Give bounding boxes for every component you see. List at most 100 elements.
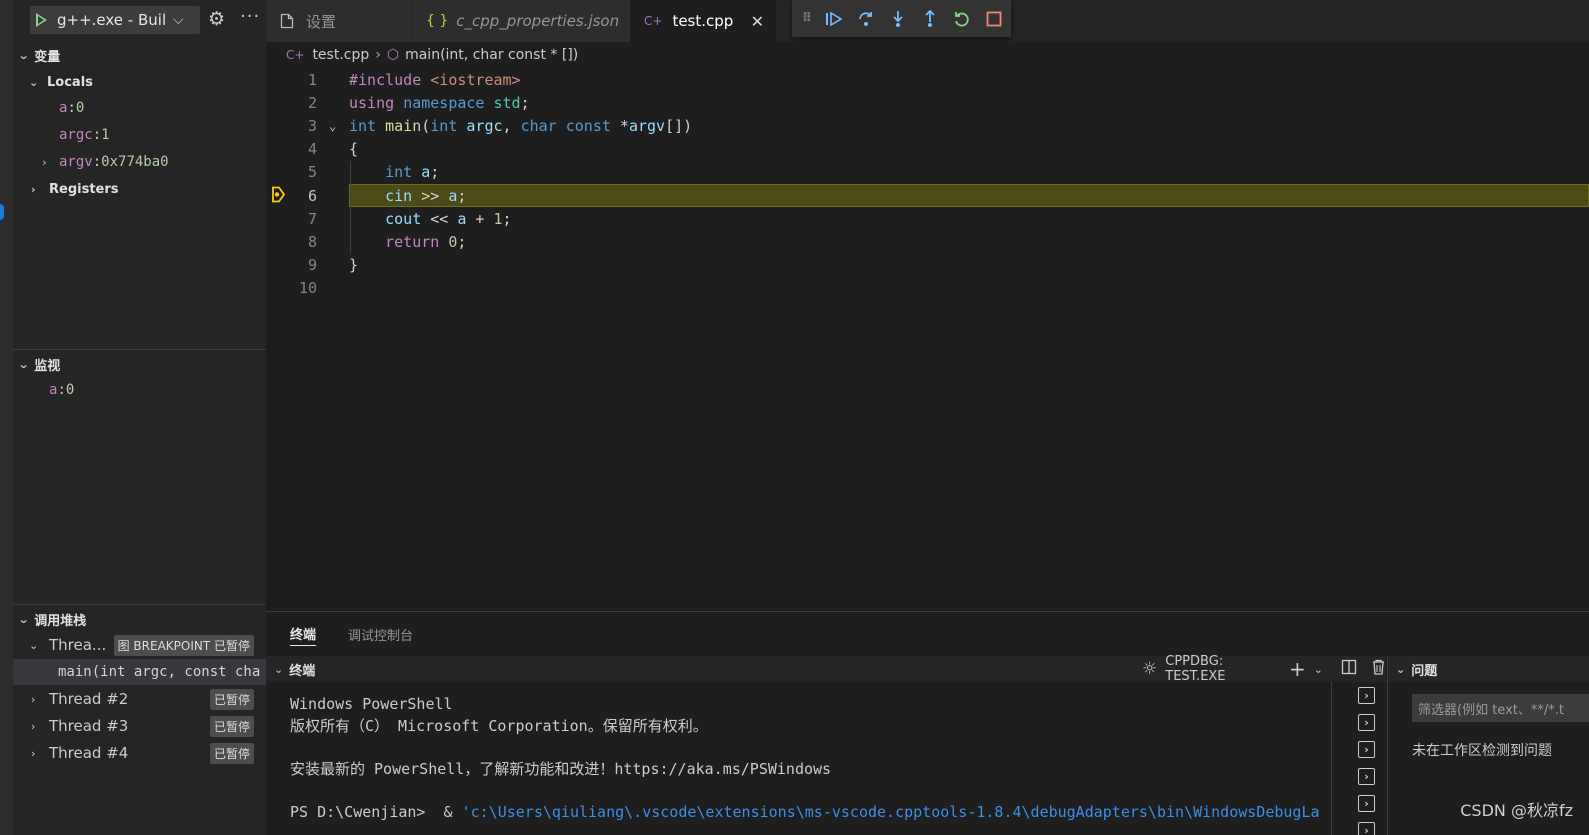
tab-test-cpp[interactable]: C+ test.cpp ✕ — [630, 0, 776, 42]
active-view-indicator — [0, 204, 4, 220]
watch-expression-name: a — [49, 382, 58, 398]
chevron-right-icon[interactable]: › — [41, 156, 59, 169]
gear-icon[interactable]: ⚙ — [208, 8, 225, 30]
new-terminal-icon[interactable]: + — [1289, 657, 1306, 681]
step-into-icon[interactable] — [887, 8, 908, 29]
tab-c-cpp-properties[interactable]: { } c_cpp_properties.json — [412, 0, 630, 42]
callstack-section-header[interactable]: ⌄ 调用堆栈 — [13, 606, 266, 632]
chevron-down-icon[interactable]: ⌵ — [173, 12, 184, 28]
thread-row[interactable]: ⌄ Threa... 图 BREAKPOINT 已暂停 — [13, 632, 266, 658]
terminal-instance-icon[interactable]: › — [1358, 714, 1375, 731]
run-configuration-select[interactable]: g++.exe - Buil ⌵ — [30, 6, 200, 34]
terminal-output[interactable]: Windows PowerShell 版权所有（C） Microsoft Corp… — [266, 682, 1331, 835]
terminal-instance-icon[interactable]: › — [1358, 687, 1375, 704]
file-icon — [280, 13, 294, 29]
fold-chevron-icon[interactable]: ⌄ — [329, 119, 336, 133]
activity-bar — [0, 0, 13, 835]
variable-row[interactable]: › argv: 0x774ba0 — [13, 149, 266, 175]
variables-section-header[interactable]: ⌄ 变量 — [13, 42, 266, 68]
tab-label: 设置 — [306, 12, 337, 31]
more-actions-icon[interactable]: ··· — [240, 6, 260, 27]
line-number: 6 — [307, 186, 317, 205]
thread-label: Thread #2 — [49, 690, 129, 708]
terminal-instance-list: › › › › › › — [1331, 682, 1387, 835]
terminal-instance-icon[interactable]: › — [1358, 768, 1375, 785]
variable-value: 1 — [101, 127, 110, 143]
paused-badge: 已暂停 — [209, 742, 254, 764]
terminal-instance-icon[interactable]: › — [1358, 795, 1375, 812]
variable-value: 0x774ba0 — [101, 154, 169, 170]
tab-settings[interactable]: 设置 — [266, 0, 411, 42]
code-line[interactable]: 1 #include <iostream> — [266, 68, 1589, 91]
problems-title: 问题 — [1411, 663, 1438, 679]
code-line[interactable]: 9} — [266, 253, 1589, 276]
tab-terminal[interactable]: 终端 — [290, 622, 317, 646]
chevron-down-icon: ⌄ — [1396, 662, 1406, 676]
code-line[interactable]: 2 using namespace std; — [266, 91, 1589, 114]
section-divider — [13, 349, 266, 350]
line-number: 4 — [307, 139, 317, 158]
step-out-icon[interactable] — [919, 8, 940, 29]
code-line[interactable]: 10 — [266, 276, 1589, 299]
code-line[interactable]: 8 return 0; — [266, 230, 1589, 253]
chevron-down-icon: ⌄ — [29, 75, 39, 89]
breadcrumb-symbol[interactable]: main(int, char const * []) — [405, 47, 578, 63]
trash-icon[interactable] — [1371, 659, 1386, 679]
split-terminal-icon[interactable] — [1341, 659, 1357, 679]
drag-handle-icon[interactable]: ⠿ — [802, 8, 812, 29]
thread-row[interactable]: › Thread #4 已暂停 — [13, 740, 266, 766]
tab-debug-console[interactable]: 调试控制台 — [348, 622, 413, 646]
thread-row[interactable]: › Thread #3 已暂停 — [13, 713, 266, 739]
code-editor[interactable]: 1 #include <iostream> 2 using namespace st… — [266, 68, 1589, 611]
code-line[interactable]: 7 cout << a + 1; — [266, 207, 1589, 230]
symbol-method-icon: ⬡ — [386, 47, 400, 63]
locals-scope[interactable]: ⌄ Locals — [13, 69, 266, 95]
panel-tabs: 终端 调试控制台 — [266, 612, 1589, 656]
stack-frame-row[interactable]: main(int argc, const cha — [13, 659, 266, 685]
continue-icon[interactable] — [823, 8, 844, 29]
chevron-down-icon: ⌄ — [17, 612, 30, 626]
registers-label: Registers — [49, 181, 119, 197]
chevron-down-icon[interactable]: ⌄ — [274, 663, 283, 676]
line-number: 1 — [307, 70, 317, 89]
thread-row[interactable]: › Thread #2 已暂停 — [13, 686, 266, 712]
variable-row[interactable]: a: 0 — [13, 95, 266, 121]
terminal-instance-icon[interactable]: › — [1358, 741, 1375, 758]
restart-icon[interactable] — [951, 8, 972, 29]
line-number: 8 — [307, 232, 317, 251]
close-icon[interactable]: ✕ — [751, 12, 764, 31]
bug-icon: ☼ — [1142, 659, 1158, 679]
variable-name: argc — [59, 127, 93, 143]
stack-frame-label: main(int argc, const cha — [58, 664, 261, 680]
watermark: CSDN @秋凉fz — [1460, 801, 1573, 820]
code-line[interactable]: 5 int a; — [266, 160, 1589, 183]
chevron-down-icon: ⌄ — [17, 357, 30, 371]
breadcrumb: C+ test.cpp › ⬡ main(int, char const * [… — [266, 42, 1589, 68]
chevron-down-icon[interactable]: ⌄ — [1314, 663, 1323, 676]
debug-toolbar: ⠿ — [792, 0, 1011, 37]
problems-header[interactable]: ⌄ 问题 — [1388, 656, 1589, 682]
terminal-instance-icon[interactable]: › — [1358, 822, 1375, 835]
watch-section-header[interactable]: ⌄ 监视 — [13, 351, 266, 377]
start-debugging-icon[interactable] — [36, 13, 47, 27]
variable-row[interactable]: argc: 1 — [13, 122, 266, 148]
stop-icon[interactable] — [983, 8, 1004, 29]
terminal-line: 版权所有（C） Microsoft Corporation。保留所有权利。 — [290, 716, 708, 735]
section-divider — [13, 604, 266, 605]
problems-filter-input[interactable]: 筛选器(例如 text、**/*.t — [1412, 694, 1589, 722]
run-config-label: g++.exe - Buil — [57, 11, 167, 29]
step-over-icon[interactable] — [855, 8, 876, 29]
registers-scope[interactable]: › Registers — [13, 176, 266, 202]
watch-expression-value: 0 — [65, 382, 75, 398]
chevron-down-icon: ⌄ — [17, 48, 30, 62]
locals-label: Locals — [47, 74, 93, 90]
watch-expression-row[interactable]: a: 0 — [13, 377, 266, 403]
code-line[interactable]: 4{ — [266, 137, 1589, 160]
breadcrumb-file[interactable]: test.cpp — [312, 47, 369, 63]
code-line-current[interactable]: 6 cin >> a; — [266, 184, 1589, 207]
callstack-title: 调用堆栈 — [34, 613, 87, 629]
terminal-instance-label[interactable]: CPPDBG: TEST.EXE — [1165, 654, 1275, 684]
code-line[interactable]: 3 ⌄ int main(int argc, char const *argv[]) — [266, 114, 1589, 137]
line-number: 7 — [307, 209, 317, 228]
